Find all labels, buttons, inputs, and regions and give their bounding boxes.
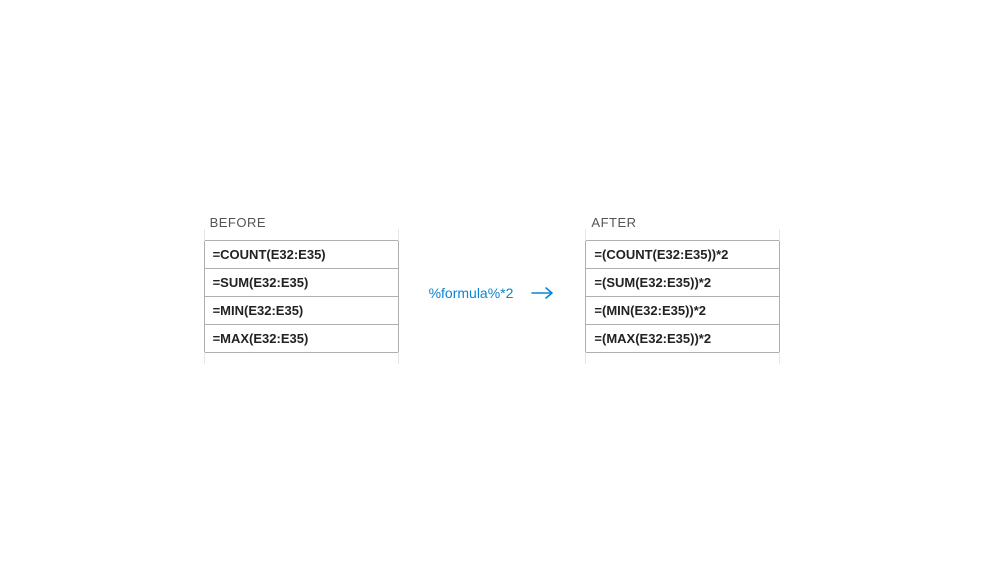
table-row: =(COUNT(E32:E35))*2: [585, 241, 780, 269]
after-table: =(COUNT(E32:E35))*2 =(SUM(E32:E35))*2 =(…: [585, 240, 780, 353]
before-label: BEFORE: [204, 215, 399, 230]
table-row: =MAX(E32:E35): [204, 325, 399, 352]
table-row: =COUNT(E32:E35): [204, 241, 399, 269]
transform-middle: %formula%*2: [429, 285, 556, 301]
before-table: =COUNT(E32:E35) =SUM(E32:E35) =MIN(E32:E…: [204, 240, 399, 353]
after-column: AFTER =(COUNT(E32:E35))*2 =(SUM(E32:E35)…: [585, 215, 780, 353]
before-column: BEFORE =COUNT(E32:E35) =SUM(E32:E35) =MI…: [204, 215, 399, 353]
formula-expression: %formula%*2: [429, 285, 514, 301]
table-row: =(MAX(E32:E35))*2: [585, 325, 780, 352]
table-row: =MIN(E32:E35): [204, 297, 399, 325]
diagram-container: BEFORE =COUNT(E32:E35) =SUM(E32:E35) =MI…: [204, 215, 781, 353]
table-row: =(SUM(E32:E35))*2: [585, 269, 780, 297]
arrow-right-icon: [531, 286, 555, 300]
after-label: AFTER: [585, 215, 780, 230]
table-row: =SUM(E32:E35): [204, 269, 399, 297]
table-row: =(MIN(E32:E35))*2: [585, 297, 780, 325]
